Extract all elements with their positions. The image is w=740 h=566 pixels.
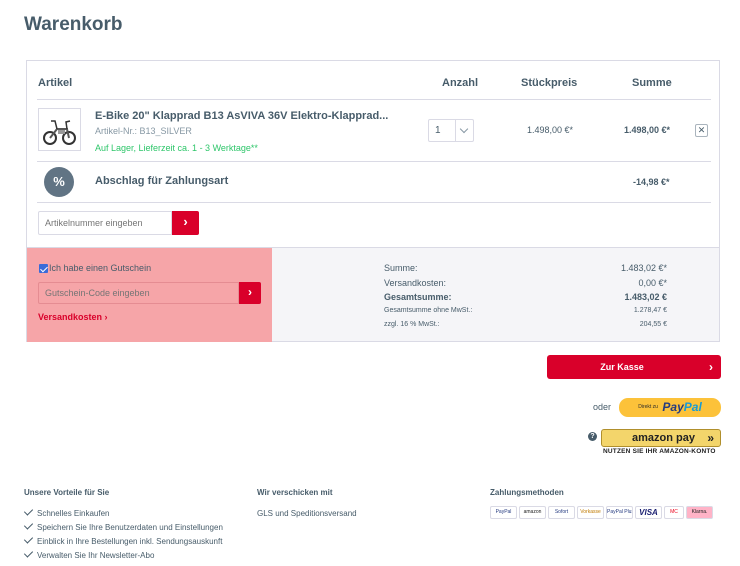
check-icon [23,548,34,558]
header-sum: Summe [632,77,672,89]
benefit-item: Schnelles Einkaufen [23,506,110,518]
amazon-pay-button[interactable]: amazon pay » [601,429,721,447]
voucher-code-input[interactable] [38,282,239,304]
product-sku: Artikel-Nr.: B13_SILVER [95,126,192,136]
paypal-logo-pay: Pay [662,399,684,414]
paypal-plus-logo: PayPal Plus [606,506,633,519]
or-label: oder [593,402,612,412]
percent-icon: % [44,167,74,197]
summary-panel: Ich habe einen Gutschein › Versandkosten… [27,247,719,342]
benefit-item: Verwalten Sie Ihr Newsletter-Abo [23,548,154,560]
divider [37,202,711,203]
header-quantity: Anzahl [442,77,479,89]
voucher-area: Ich habe einen Gutschein › Versandkosten… [27,248,272,342]
prepayment-logo: Vorkasse [577,506,604,519]
sum-label: Summe: [384,263,418,273]
stock-status: Auf Lager, Lieferzeit ca. 1 - 3 Werktage… [95,143,258,153]
paypal-prefix: Direkt zu [638,403,658,410]
total-value: 1.483,02 € [624,292,667,302]
chevron-right-icon: › [709,360,713,374]
check-icon [23,534,34,544]
benefit-item: Speichern Sie Ihre Benutzerdaten und Ein… [23,520,223,532]
shipping-partners-title: Wir verschicken mit [257,488,333,497]
amazon-pay-note: NUTZEN SIE IHR AMAZON-KONTO [603,448,716,455]
paypal-express-button[interactable]: Direkt zu PayPal [619,398,721,417]
unit-price: 1.498,00 €* [527,125,574,135]
double-chevron-icon: » [707,431,714,445]
benefits-title: Unsere Vorteile für Sie [24,488,110,497]
voucher-checkbox[interactable] [39,264,48,273]
redeem-voucher-button[interactable]: › [239,282,261,304]
check-icon [23,520,34,530]
header-unit-price: Stückpreis [521,77,578,89]
divider [37,161,711,162]
discount-amount: -14,98 €* [633,177,670,187]
help-icon[interactable]: ? [588,432,597,441]
close-icon: ✕ [697,125,706,135]
benefit-item: Einblick in Ihre Bestellungen inkl. Send… [23,534,222,546]
amazon-logo: amazon [519,506,546,519]
checkout-button[interactable]: Zur Kasse › [547,355,721,379]
shipping-partners-text: GLS und Speditionsversand [257,509,357,518]
shipping-costs-link[interactable]: Versandkosten › [38,312,108,322]
checkout-label: Zur Kasse [600,362,644,372]
shipping-value: 0,00 €* [638,278,667,288]
amazon-pay-label: amazon pay [632,432,695,444]
tax-value: 204,55 € [639,321,667,328]
article-number-input[interactable] [38,211,172,235]
tax-label: zzgl. 16 % MwSt.: [384,321,440,328]
ebike-icon [43,120,76,145]
voucher-checkbox-label[interactable]: Ich habe einen Gutschein [49,263,151,273]
net-total-label: Gesamtsumme ohne MwSt.: [384,307,473,314]
add-article-button[interactable]: › [172,211,199,235]
paypal-logo-pal: Pal [683,399,702,414]
chevron-down-icon [455,120,473,141]
total-label: Gesamtsumme: [384,292,452,302]
mastercard-logo: MC [664,506,684,519]
sum-value: 1.483,02 €* [620,263,667,273]
page-title: Warenkorb [24,14,123,35]
quantity-value: 1 [435,125,441,136]
check-icon [23,506,34,516]
product-name-link[interactable]: E-Bike 20" Klapprad B13 AsVIVA 36V Elekt… [95,110,388,122]
shipping-label: Versandkosten: [384,278,447,288]
divider [37,99,711,100]
remove-item-button[interactable]: ✕ [695,124,708,137]
cart-box: Artikel Anzahl Stückpreis Summe E-Bike 2… [26,60,720,342]
line-sum: 1.498,00 €* [624,125,671,135]
paypal-logo: PayPal [490,506,517,519]
product-image[interactable] [38,108,81,151]
discount-label: Abschlag für Zahlungsart [95,175,229,187]
quantity-select[interactable]: 1 [428,119,474,142]
payment-logos: PayPal amazon Sofort Vorkasse PayPal Plu… [490,506,720,520]
net-total-value: 1.278,47 € [633,307,667,314]
header-article: Artikel [38,77,73,89]
sofort-logo: Sofort [548,506,575,519]
payment-methods-title: Zahlungsmethoden [490,488,564,497]
klarna-logo: Klarna. [686,506,713,519]
visa-logo: VISA [635,506,662,519]
